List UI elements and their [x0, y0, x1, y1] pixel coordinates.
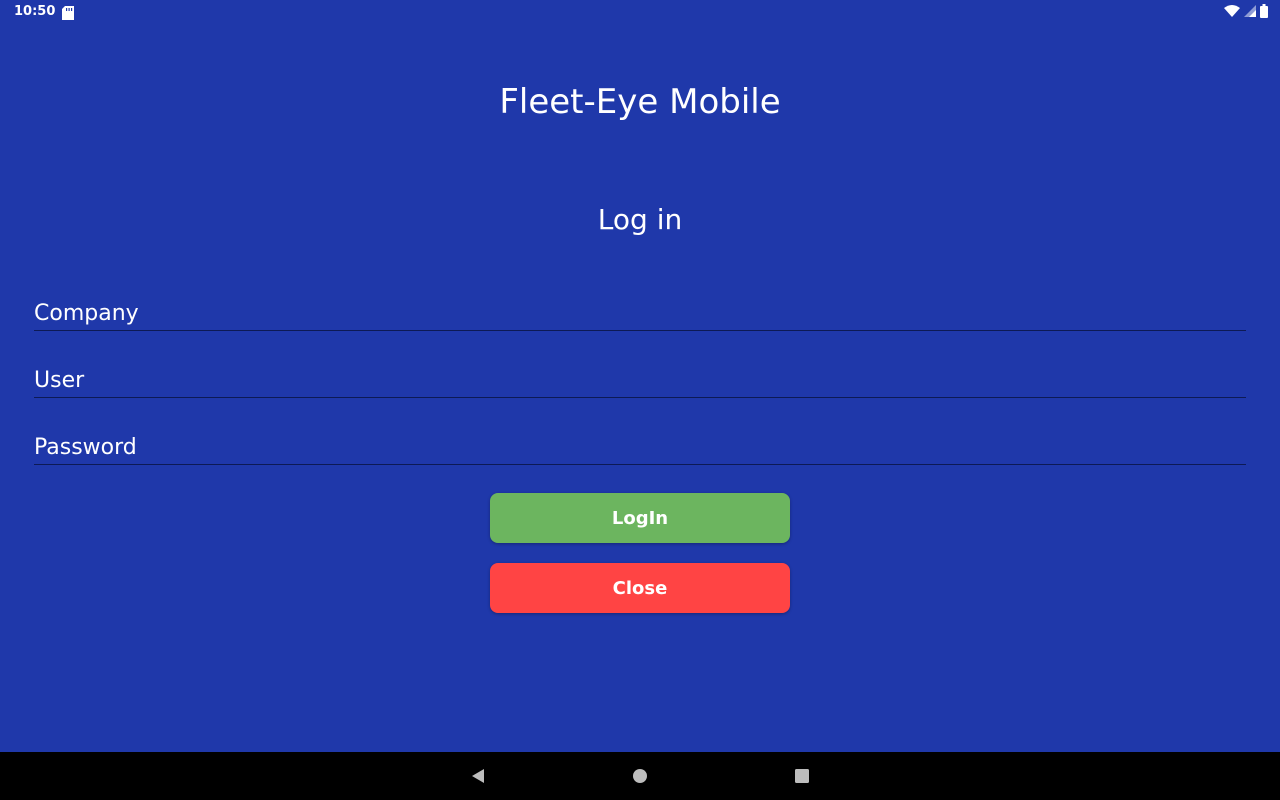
- battery-icon: [1260, 4, 1268, 18]
- password-input[interactable]: [34, 435, 1246, 460]
- login-button[interactable]: LogIn: [490, 493, 790, 543]
- app-title: Fleet-Eye Mobile: [499, 82, 781, 122]
- navigation-bar: [0, 752, 1280, 800]
- recents-icon[interactable]: [790, 764, 814, 788]
- sd-card-icon: [62, 5, 74, 20]
- status-icons: [1224, 4, 1268, 18]
- company-input[interactable]: [34, 301, 1246, 326]
- form-title: Log in: [597, 203, 683, 236]
- wifi-icon: [1224, 5, 1240, 17]
- close-button[interactable]: Close: [490, 563, 790, 613]
- user-field: [34, 354, 1246, 398]
- back-icon[interactable]: [466, 764, 490, 788]
- status-time: 10:50: [14, 4, 56, 19]
- status-bar: 10:50: [0, 0, 1280, 24]
- company-field: [34, 287, 1246, 331]
- password-field: [34, 421, 1246, 465]
- login-screen: 10:50 Fleet-Eye Mobile Log in Company Us…: [0, 0, 1280, 800]
- home-icon[interactable]: [628, 764, 652, 788]
- user-input[interactable]: [34, 368, 1246, 393]
- signal-icon: [1244, 5, 1256, 17]
